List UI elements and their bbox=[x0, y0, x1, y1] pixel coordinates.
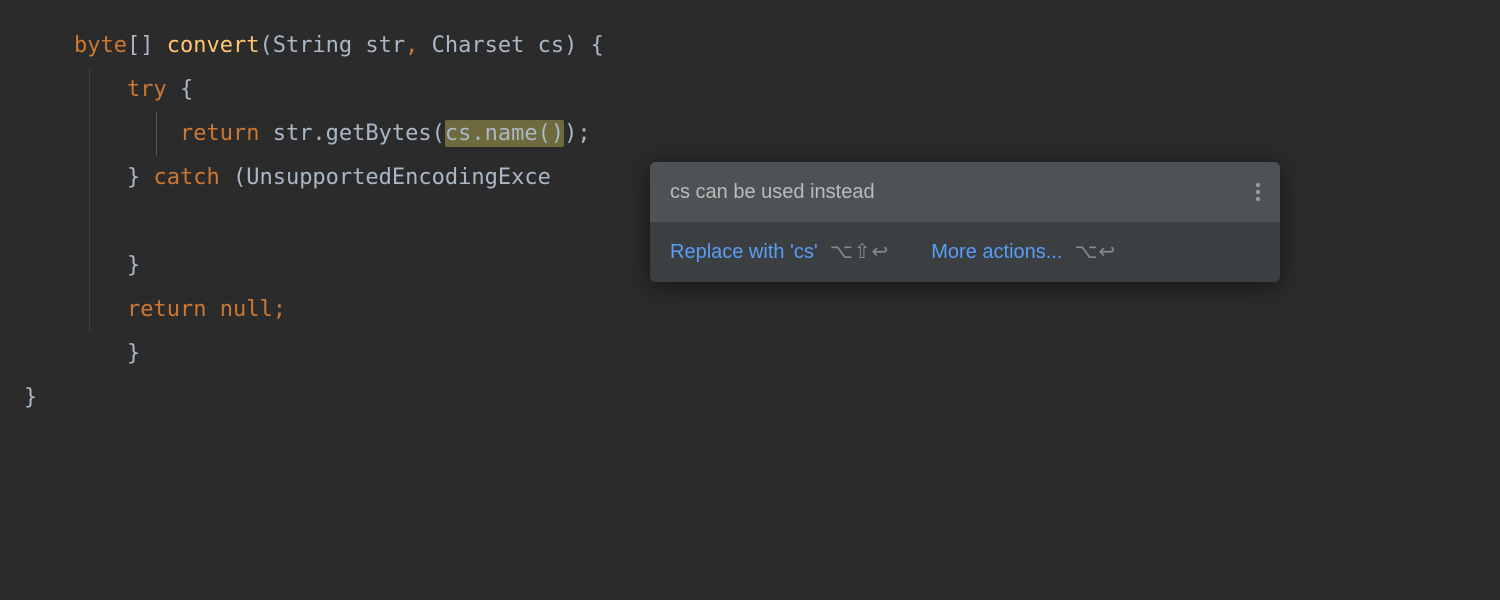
shortcut-label: ⌥↩ bbox=[1074, 240, 1116, 264]
inspection-popup: cs can be used instead Replace with 'cs'… bbox=[650, 162, 1280, 282]
keyword: return null bbox=[127, 297, 273, 322]
popup-header: cs can be used instead bbox=[650, 162, 1280, 222]
code-line[interactable]: byte[] convert(String str, Charset cs) { bbox=[14, 24, 1500, 68]
code-line[interactable]: } bbox=[14, 376, 1500, 420]
text: , bbox=[405, 33, 432, 58]
more-options-icon[interactable] bbox=[1256, 183, 1260, 201]
text: (UnsupportedEncodingExce bbox=[220, 165, 551, 190]
method-name: convert bbox=[167, 33, 260, 58]
text: Charset cs) { bbox=[432, 33, 604, 58]
text: } bbox=[24, 385, 37, 410]
code-line[interactable]: try { bbox=[14, 68, 1500, 112]
text: } bbox=[127, 165, 154, 190]
code-line[interactable]: return str.getBytes(cs.name()); bbox=[14, 112, 1500, 156]
text: ; bbox=[273, 297, 286, 322]
shortcut-label: ⌥⇧↩ bbox=[830, 240, 890, 264]
text: [] bbox=[127, 33, 167, 58]
code-line[interactable]: return null; bbox=[14, 288, 1500, 332]
popup-title: cs can be used instead bbox=[670, 180, 875, 204]
keyword: try bbox=[127, 77, 167, 102]
text: (String str bbox=[259, 33, 405, 58]
text: { bbox=[167, 77, 194, 102]
text: } bbox=[127, 253, 140, 278]
replace-action[interactable]: Replace with 'cs' bbox=[670, 240, 818, 264]
keyword: catch bbox=[153, 165, 219, 190]
highlighted-code[interactable]: cs.name() bbox=[445, 120, 564, 147]
type-keyword: byte bbox=[74, 33, 127, 58]
code-line[interactable]: } bbox=[14, 332, 1500, 376]
text: } bbox=[127, 341, 140, 366]
popup-actions: Replace with 'cs' ⌥⇧↩ More actions... ⌥↩ bbox=[650, 222, 1280, 282]
keyword: return bbox=[180, 121, 259, 146]
text: str.getBytes( bbox=[259, 121, 444, 146]
text: ); bbox=[564, 121, 591, 146]
more-actions-link[interactable]: More actions... bbox=[931, 240, 1062, 264]
